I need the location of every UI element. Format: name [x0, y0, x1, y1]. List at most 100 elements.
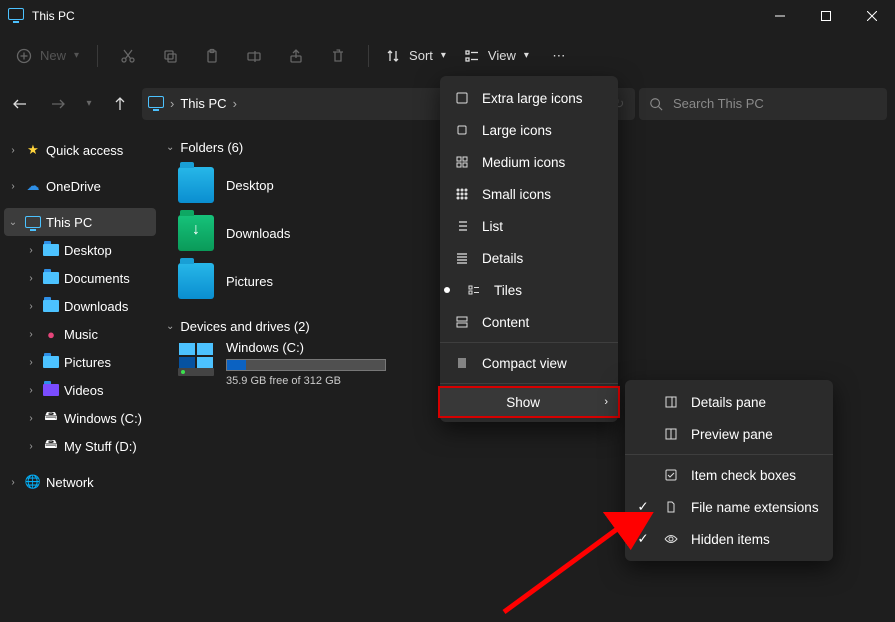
chevron-right-icon[interactable]: › — [24, 357, 38, 368]
sidebar-label: Downloads — [64, 299, 128, 314]
chevron-right-icon[interactable]: › — [24, 273, 38, 284]
back-button[interactable] — [4, 88, 36, 120]
cut-button[interactable] — [110, 38, 146, 74]
menu-label: Content — [482, 315, 529, 330]
icon-tiles — [466, 283, 482, 297]
menu-details-pane[interactable]: Details pane — [625, 386, 833, 418]
chevron-right-icon[interactable]: › — [6, 181, 20, 192]
menu-extra-large-icons[interactable]: Extra large icons — [440, 82, 618, 114]
icon-sm — [454, 187, 470, 201]
view-label: View — [488, 48, 516, 63]
sidebar-item-mystuff-d[interactable]: ›🖴My Stuff (D:) — [0, 432, 160, 460]
folder-icon — [178, 263, 214, 299]
sidebar-item-music[interactable]: › ● Music — [0, 320, 160, 348]
maximize-button[interactable] — [803, 0, 849, 32]
more-button[interactable]: ⋯ — [541, 38, 577, 74]
menu-preview-pane[interactable]: Preview pane — [625, 418, 833, 450]
sidebar-item-downloads[interactable]: › Downloads — [0, 292, 160, 320]
forward-button[interactable] — [42, 88, 74, 120]
toolbar-divider — [97, 45, 98, 67]
menu-list[interactable]: List — [440, 210, 618, 242]
chevron-right-icon[interactable]: › — [24, 385, 38, 396]
new-label: New — [40, 48, 66, 63]
sidebar-label: Videos — [64, 383, 104, 398]
sidebar-item-windows-c[interactable]: › 🖴 Windows (C:) — [0, 404, 160, 432]
menu-label: Preview pane — [691, 427, 773, 442]
menu-label: Extra large icons — [482, 91, 583, 106]
close-button[interactable] — [849, 0, 895, 32]
sidebar-item-quick-access[interactable]: › ★ Quick access — [0, 136, 160, 164]
view-icon — [464, 48, 480, 64]
chevron-down-icon: ▾ — [524, 50, 529, 61]
drive-icon: 🖴 — [42, 407, 60, 429]
menu-label: Hidden items — [691, 532, 770, 547]
chevron-right-icon[interactable]: › — [24, 329, 38, 340]
sidebar-label: Music — [64, 327, 98, 342]
folder-icon — [42, 244, 60, 256]
drive-icon — [178, 342, 214, 370]
menu-hidden-items[interactable]: ✓Hidden items — [625, 523, 833, 555]
menu-label: List — [482, 219, 503, 234]
this-pc-icon — [8, 8, 24, 24]
paste-button[interactable] — [194, 38, 230, 74]
delete-button[interactable] — [320, 38, 356, 74]
menu-label: File name extensions — [691, 500, 819, 515]
music-icon: ● — [42, 327, 60, 342]
view-button[interactable]: View ▾ — [458, 38, 535, 74]
menu-small-icons[interactable]: Small icons — [440, 178, 618, 210]
menu-compact-view[interactable]: Compact view — [440, 347, 618, 379]
chevron-right-icon[interactable]: › — [24, 245, 38, 256]
icon-details — [454, 251, 470, 265]
sidebar-label: Windows (C:) — [64, 411, 142, 426]
folder-icon — [42, 384, 60, 396]
menu-content[interactable]: Content — [440, 306, 618, 338]
rename-button[interactable] — [236, 38, 272, 74]
plus-icon — [16, 48, 32, 64]
toolbar-divider-2 — [368, 45, 369, 67]
menu-show[interactable]: Show › — [438, 386, 620, 418]
sidebar-item-documents[interactable]: ›Documents — [0, 264, 160, 292]
chevron-right-icon[interactable]: › — [24, 441, 38, 452]
menu-details[interactable]: Details — [440, 242, 618, 274]
menu-medium-icons[interactable]: Medium icons — [440, 146, 618, 178]
sidebar-item-videos[interactable]: › Videos — [0, 376, 160, 404]
window-title: This PC — [32, 9, 757, 23]
chevron-down-icon: ▾ — [441, 50, 446, 61]
sidebar-item-this-pc[interactable]: ⌄ This PC — [4, 208, 156, 236]
drive-name: Windows (C:) — [226, 340, 386, 355]
new-button[interactable]: New ▾ — [12, 38, 85, 74]
menu-tiles[interactable]: Tiles — [440, 274, 618, 306]
icon-compact — [454, 356, 470, 370]
recent-locations-button[interactable]: ▾ — [80, 88, 98, 120]
breadcrumb-location[interactable]: This PC — [180, 96, 226, 111]
this-pc-icon — [148, 96, 164, 112]
icon-md — [454, 155, 470, 169]
menu-file-extensions[interactable]: ✓ File name extensions — [625, 491, 833, 523]
chevron-right-icon[interactable]: › — [24, 413, 38, 424]
sidebar-item-pictures[interactable]: ›Pictures — [0, 348, 160, 376]
chevron-right-icon[interactable]: › — [24, 301, 38, 312]
icon-xl — [454, 91, 470, 105]
folder-label: Downloads — [226, 226, 290, 241]
menu-large-icons[interactable]: Large icons — [440, 114, 618, 146]
chevron-down-icon[interactable]: ⌄ — [6, 217, 20, 228]
menu-label: Small icons — [482, 187, 551, 202]
sidebar-item-desktop[interactable]: ›Desktop — [0, 236, 160, 264]
sort-label: Sort — [409, 48, 433, 63]
up-button[interactable] — [104, 88, 136, 120]
chevron-down-icon: ▾ — [74, 50, 79, 61]
chevron-right-icon[interactable]: › — [6, 477, 20, 488]
minimize-button[interactable] — [757, 0, 803, 32]
chevron-right-icon[interactable]: › — [233, 96, 237, 111]
check-icon: ✓ — [635, 499, 651, 515]
copy-button[interactable] — [152, 38, 188, 74]
chevron-right-icon[interactable]: › — [6, 145, 20, 156]
sidebar-item-network[interactable]: › 🌐 Network — [0, 468, 160, 496]
menu-label: Large icons — [482, 123, 552, 138]
sidebar-item-onedrive[interactable]: › ☁ OneDrive — [0, 172, 160, 200]
sort-button[interactable]: Sort ▾ — [381, 38, 452, 74]
share-button[interactable] — [278, 38, 314, 74]
search-box[interactable] — [639, 88, 887, 120]
search-input[interactable] — [673, 96, 877, 111]
menu-item-check-boxes[interactable]: Item check boxes — [625, 459, 833, 491]
